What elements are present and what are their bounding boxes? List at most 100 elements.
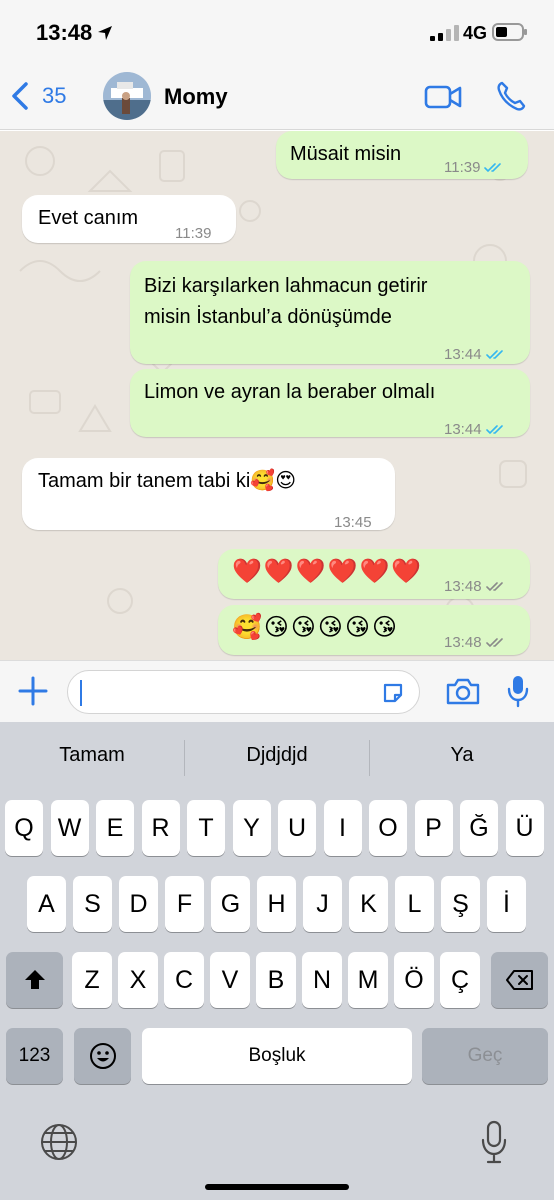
message-meta: 11:39 <box>444 152 504 183</box>
sticker-icon[interactable] <box>381 681 405 705</box>
shift-key[interactable] <box>6 952 63 1008</box>
status-time: 13:48 <box>36 20 93 45</box>
key-t[interactable]: T <box>187 800 225 856</box>
suggestion-1[interactable]: Tamam <box>0 744 184 767</box>
key-o[interactable]: O <box>369 800 407 856</box>
backspace-icon <box>505 970 533 990</box>
message-text: Müsait misin <box>290 143 402 165</box>
key-m[interactable]: M <box>348 952 388 1008</box>
read-ticks-icon <box>485 350 503 360</box>
key-l[interactable]: L <box>395 876 434 932</box>
message-bubble-outgoing[interactable]: Bizi karşılarken lahmacun getirir misin … <box>130 261 530 364</box>
video-call-icon[interactable] <box>424 84 462 110</box>
chat-area[interactable]: Müsait misin 11:39 Evet canım 11:39 Bizi… <box>0 131 554 660</box>
message-text: Tamam bir tanem tabi ki🥰😍 <box>38 470 297 492</box>
suggestion-bar: Tamam Djdjdjd Ya <box>0 722 554 796</box>
message-meta: 13:48 <box>444 571 506 602</box>
read-ticks-icon <box>484 163 502 173</box>
key-e[interactable]: E <box>96 800 134 856</box>
message-bubble-incoming[interactable]: Evet canım 11:39 <box>22 195 236 243</box>
message-text-line-2: misin İstanbul’a dönüşümde <box>144 306 392 328</box>
message-input-bar <box>0 660 554 722</box>
key-i[interactable]: I <box>323 800 362 856</box>
key-ş[interactable]: Ş <box>441 876 480 932</box>
numbers-key[interactable]: 123 <box>6 1028 63 1084</box>
key-q[interactable]: Q <box>5 800 43 856</box>
key-a[interactable]: A <box>27 876 66 932</box>
key-j[interactable]: J <box>303 876 342 932</box>
mic-icon[interactable] <box>506 674 530 708</box>
avatar-photo <box>103 72 151 120</box>
message-bubble-incoming[interactable]: Tamam bir tanem tabi ki🥰😍 13:45 <box>22 458 395 531</box>
key-h[interactable]: H <box>257 876 296 932</box>
key-ğ[interactable]: Ğ <box>460 800 498 856</box>
key-y[interactable]: Y <box>232 800 271 856</box>
read-ticks-icon <box>485 425 503 435</box>
message-time: 11:39 <box>444 159 481 176</box>
key-d[interactable]: D <box>119 876 158 932</box>
signal-icon <box>430 25 459 41</box>
key-k[interactable]: K <box>349 876 388 932</box>
suggestion-3[interactable]: Ya <box>370 744 554 767</box>
key-u[interactable]: U <box>278 800 316 856</box>
message-input[interactable] <box>67 670 420 714</box>
key-c[interactable]: C <box>164 952 204 1008</box>
avatar[interactable] <box>103 72 151 120</box>
status-bar: 13:48 4G <box>0 0 554 62</box>
key-z[interactable]: Z <box>72 952 112 1008</box>
battery-icon <box>492 23 527 41</box>
delivered-ticks-icon <box>485 638 503 648</box>
plus-icon[interactable] <box>18 676 48 706</box>
key-x[interactable]: X <box>118 952 158 1008</box>
key-n[interactable]: N <box>302 952 342 1008</box>
suggestion-2[interactable]: Djdjdjd <box>185 744 369 767</box>
emoji-key[interactable] <box>74 1028 131 1084</box>
backspace-key[interactable] <box>491 952 548 1008</box>
key-ü[interactable]: Ü <box>505 800 544 856</box>
contact-name[interactable]: Momy <box>164 84 228 110</box>
key-s[interactable]: S <box>73 876 112 932</box>
camera-icon[interactable] <box>446 677 480 705</box>
unread-count: 35 <box>42 83 67 108</box>
keyboard: Tamam Djdjdjd Ya QWERTYUIOPĞÜ ASDFGHJKLŞ… <box>0 722 554 1200</box>
message-time: 13:45 <box>334 514 372 531</box>
key-f[interactable]: F <box>165 876 204 932</box>
message-bubble-outgoing[interactable]: Limon ve ayran la beraber olmalı 13:44 <box>130 369 530 438</box>
message-bubble-outgoing[interactable]: 🥰😘😘😘😘😘 13:48 <box>218 605 530 655</box>
key-v[interactable]: V <box>210 952 250 1008</box>
return-key[interactable]: Geç <box>422 1028 548 1084</box>
key-w[interactable]: W <box>50 800 89 856</box>
key-b[interactable]: B <box>256 952 296 1008</box>
message-meta: 13:44 <box>444 339 506 370</box>
message-text: ❤️❤️❤️❤️❤️❤️ <box>232 558 424 585</box>
back-button[interactable]: 35 <box>10 76 66 116</box>
phone-icon[interactable] <box>496 80 526 112</box>
globe-icon[interactable] <box>39 1122 79 1162</box>
key-p[interactable]: P <box>414 800 453 856</box>
emoji-icon <box>89 1043 116 1069</box>
space-key[interactable]: Boşluk <box>142 1028 412 1084</box>
message-time: 13:44 <box>444 421 482 438</box>
message-bubble-outgoing[interactable]: ❤️❤️❤️❤️❤️❤️ 13:48 <box>218 549 530 599</box>
message-time: 13:44 <box>444 346 482 363</box>
key-g[interactable]: G <box>211 876 250 932</box>
key-r[interactable]: R <box>141 800 180 856</box>
back-chevron-icon <box>12 82 28 110</box>
delivered-ticks-icon <box>485 582 503 592</box>
dictation-icon[interactable] <box>480 1120 508 1164</box>
key-ö[interactable]: Ö <box>394 952 434 1008</box>
message-time: 13:48 <box>444 578 482 595</box>
network-type: 4G <box>463 23 488 43</box>
message-text: 🥰😘😘😘😘😘 <box>232 614 399 641</box>
message-text: Limon ve ayran la beraber olmalı <box>144 381 436 403</box>
message-meta: 13:44 <box>444 414 506 445</box>
key-i̇[interactable]: İ <box>487 876 526 932</box>
location-arrow-icon <box>98 26 112 40</box>
message-time: 11:39 <box>175 225 212 242</box>
home-indicator <box>205 1184 349 1190</box>
shift-icon <box>24 970 45 989</box>
message-text: Evet canım <box>38 207 139 229</box>
message-time: 13:48 <box>444 634 482 651</box>
key-ç[interactable]: Ç <box>440 952 480 1008</box>
message-bubble-outgoing[interactable]: Müsait misin 11:39 <box>276 131 528 179</box>
